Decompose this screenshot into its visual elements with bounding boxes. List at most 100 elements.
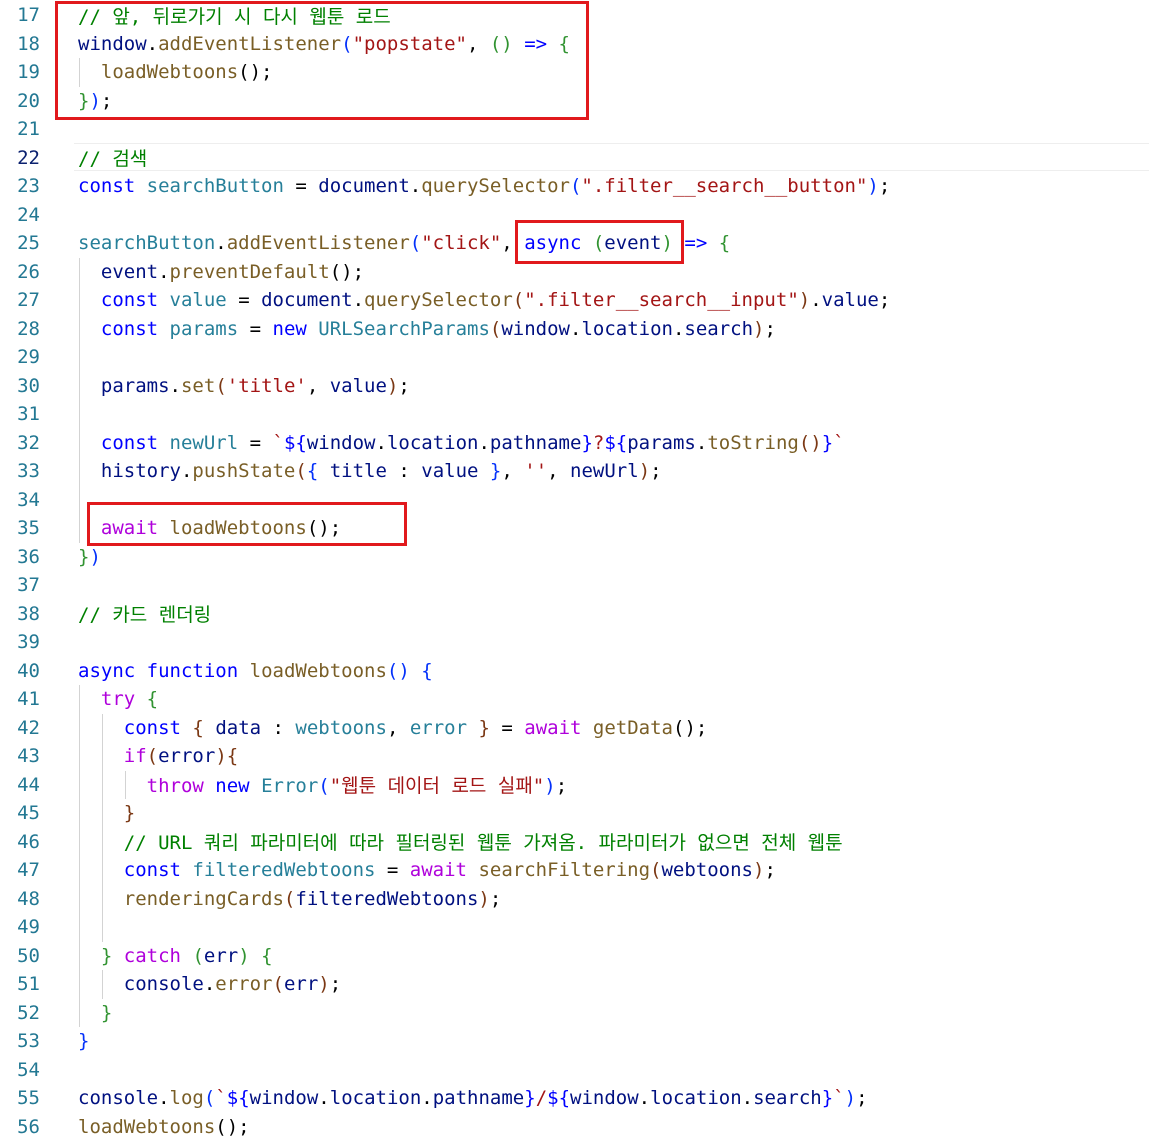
- code-line[interactable]: 47 const filteredWebtoons = await search…: [0, 856, 1149, 885]
- code-line[interactable]: 31: [0, 400, 1149, 429]
- code-token: [158, 289, 169, 311]
- code-token: [204, 775, 215, 797]
- code-token: (): [387, 660, 410, 682]
- code-token: (: [650, 859, 661, 881]
- code-line[interactable]: 28 const params = new URLSearchParams(wi…: [0, 315, 1149, 344]
- code-line[interactable]: 29: [0, 343, 1149, 372]
- code-line[interactable]: 40async function loadWebtoons() {: [0, 657, 1149, 686]
- code-token: ;: [879, 289, 890, 311]
- code-text: const { data : webtoons, error } = await…: [78, 717, 707, 739]
- code-token: ): [318, 973, 329, 995]
- code-token: .: [353, 289, 364, 311]
- code-token: querySelector: [364, 289, 513, 311]
- code-line[interactable]: 32 const newUrl = `${window.location.pat…: [0, 429, 1149, 458]
- code-line[interactable]: 45 }: [0, 799, 1149, 828]
- line-number: 22: [0, 147, 40, 169]
- code-text: event.preventDefault();: [78, 261, 364, 283]
- code-line[interactable]: 36}): [0, 543, 1149, 572]
- code-line[interactable]: 39: [0, 628, 1149, 657]
- code-token: searchButton: [78, 232, 215, 254]
- code-line[interactable]: 33 history.pushState({ title : value }, …: [0, 457, 1149, 486]
- code-line[interactable]: 23const searchButton = document.querySel…: [0, 172, 1149, 201]
- code-line[interactable]: 50 } catch (err) {: [0, 942, 1149, 971]
- code-text: }: [78, 1030, 89, 1052]
- code-token: [78, 945, 101, 967]
- line-number: 49: [0, 916, 40, 938]
- code-line[interactable]: 48 renderingCards(filteredWebtoons);: [0, 885, 1149, 914]
- code-token: await: [524, 717, 581, 739]
- code-token: ): [845, 1087, 856, 1109]
- code-token: `: [833, 1087, 844, 1109]
- code-text: const value = document.querySelector(".f…: [78, 289, 890, 311]
- code-line[interactable]: 56loadWebtoons();: [0, 1113, 1149, 1141]
- code-token: 'title': [227, 375, 307, 397]
- code-token: [135, 688, 146, 710]
- code-text: params.set('title', value);: [78, 375, 410, 397]
- code-line[interactable]: 53}: [0, 1027, 1149, 1056]
- code-token: .: [639, 1087, 650, 1109]
- code-token: {: [261, 945, 272, 967]
- code-token: pushState: [192, 460, 295, 482]
- code-text: try {: [78, 688, 158, 710]
- code-token: .: [181, 460, 192, 482]
- code-line[interactable]: 46 // URL 쿼리 파라미터에 따라 필터링된 웹툰 가져옴. 파라미터가…: [0, 828, 1149, 857]
- code-text: // URL 쿼리 파라미터에 따라 필터링된 웹툰 가져옴. 파라미터가 없으…: [78, 828, 843, 855]
- code-text: if(error){: [78, 745, 238, 767]
- line-number: 40: [0, 660, 40, 682]
- code-token: [78, 717, 124, 739]
- code-line[interactable]: 55console.log(`${window.location.pathnam…: [0, 1084, 1149, 1113]
- code-token: /: [536, 1087, 547, 1109]
- line-number: 30: [0, 375, 40, 397]
- line-number: 20: [0, 90, 40, 112]
- line-number: 31: [0, 403, 40, 425]
- code-token: window: [307, 432, 376, 454]
- code-token: [250, 775, 261, 797]
- code-token: search: [753, 1087, 822, 1109]
- code-token: ): [478, 888, 489, 910]
- code-token: window: [250, 1087, 319, 1109]
- code-line[interactable]: 30 params.set('title', value);: [0, 372, 1149, 401]
- line-number: 23: [0, 175, 40, 197]
- code-token: }: [524, 1087, 535, 1109]
- code-line[interactable]: 49: [0, 913, 1149, 942]
- code-token: ): [639, 460, 650, 482]
- code-token: Error: [261, 775, 318, 797]
- code-line[interactable]: 37: [0, 571, 1149, 600]
- code-text: const filteredWebtoons = await searchFil…: [78, 859, 776, 881]
- code-token: const: [124, 859, 181, 881]
- code-line[interactable]: 41 try {: [0, 685, 1149, 714]
- line-number: 51: [0, 973, 40, 995]
- code-token: [78, 973, 124, 995]
- line-number: 56: [0, 1116, 40, 1138]
- code-token: try: [101, 688, 135, 710]
- code-line[interactable]: 44 throw new Error("웹툰 데이터 로드 실패");: [0, 771, 1149, 800]
- code-token: newUrl: [170, 432, 239, 454]
- code-token: loadWebtoons: [250, 660, 387, 682]
- code-line[interactable]: 42 const { data : webtoons, error } = aw…: [0, 714, 1149, 743]
- line-number: 36: [0, 546, 40, 568]
- code-token: =: [284, 175, 318, 197]
- code-line[interactable]: 54: [0, 1056, 1149, 1085]
- code-token: console: [78, 1087, 158, 1109]
- line-number: 42: [0, 717, 40, 739]
- code-token: }: [78, 1030, 89, 1052]
- code-line[interactable]: 43 if(error){: [0, 742, 1149, 771]
- code-line[interactable]: 38// 카드 렌더링: [0, 600, 1149, 629]
- code-token: ): [544, 775, 555, 797]
- line-number: 48: [0, 888, 40, 910]
- code-line[interactable]: 27 const value = document.querySelector(…: [0, 286, 1149, 315]
- code-token: // URL 쿼리 파라미터에 따라 필터링된 웹툰 가져옴. 파라미터가 없으…: [124, 832, 843, 854]
- code-token: pathname: [433, 1087, 525, 1109]
- code-token: [78, 688, 101, 710]
- code-token: (: [204, 1087, 215, 1109]
- code-token: error: [215, 973, 272, 995]
- code-token: location: [650, 1087, 742, 1109]
- code-token: log: [170, 1087, 204, 1109]
- highlight-box-async-event: [515, 220, 684, 264]
- code-editor[interactable]: 17// 앞, 뒤로가기 시 다시 웹툰 로드18window.addEvent…: [0, 0, 1149, 1140]
- line-number: 35: [0, 517, 40, 539]
- code-line[interactable]: 52 }: [0, 999, 1149, 1028]
- code-line[interactable]: 22// 검색: [0, 144, 1149, 173]
- code-token: [78, 745, 124, 767]
- code-line[interactable]: 51 console.error(err);: [0, 970, 1149, 999]
